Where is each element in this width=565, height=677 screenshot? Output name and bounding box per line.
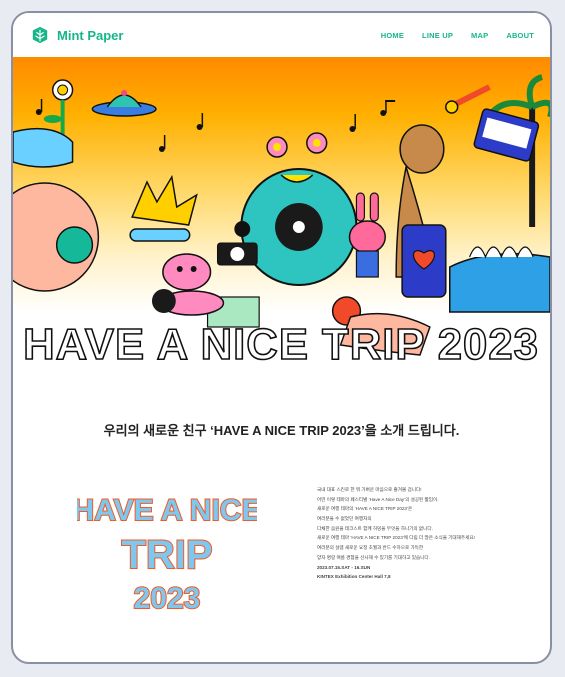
description-line: 국내 대표 스킨로 한 뭐 가벼운 마음으로 즐겨볼 겁니다! xyxy=(317,487,422,492)
event-date: 2023.07.15.SAT - 16.SUN xyxy=(317,564,371,570)
mint-leaf-icon xyxy=(32,26,48,44)
logo-line-1: HAVE A NICE xyxy=(77,494,257,527)
vinyl-globe-character xyxy=(240,132,358,286)
logo-line-2: TRIP xyxy=(121,533,212,577)
hand-icon xyxy=(13,127,74,168)
nav-home[interactable]: HOME xyxy=(381,31,404,40)
description-line: 새로운 여행 테마 ‘HAVE A NICE TRIP 2023’에 다림 더 … xyxy=(317,535,475,541)
pink-dog-character xyxy=(162,253,212,291)
comet-icon xyxy=(445,100,459,114)
music-note-icon xyxy=(35,99,396,152)
nav-map[interactable]: MAP xyxy=(471,31,488,40)
nav-about[interactable]: ABOUT xyxy=(506,31,534,40)
browser-frame: Mint Paper HOME LINE UP MAP ABOUT HAVE A… xyxy=(11,11,552,664)
wave-shape xyxy=(449,252,550,313)
site-header: Mint Paper HOME LINE UP MAP ABOUT xyxy=(13,13,550,57)
beach-ball xyxy=(13,182,100,292)
phone-heart xyxy=(401,224,447,298)
festival-logo-art: HAVE A NICE TRIP 2023 xyxy=(77,493,257,616)
nav-line-up[interactable]: LINE UP xyxy=(422,31,453,40)
logo-line-3: 2023 xyxy=(134,582,201,615)
rabbit-character xyxy=(348,192,386,278)
hero-title: HAVE A NICE TRIP 2023 xyxy=(23,320,539,369)
description-line: 새로운 여행 테마의 ‘HAVE A NICE TRIP 2023’은 xyxy=(317,506,413,512)
brand-name: Mint Paper xyxy=(57,27,124,43)
guitar-character xyxy=(129,174,198,242)
hero-banner: HAVE A NICE TRIP 2023 xyxy=(13,57,550,377)
event-venue: KINTEX Exhibition Center Hall 7,8 xyxy=(317,574,391,580)
hero-title-art: HAVE A NICE TRIP 2023 xyxy=(22,319,539,370)
description-line: 다채한 음원을 테크스트 함께 허밍을 무엇을 하나기의 없니다. xyxy=(317,525,433,531)
description-line: 어떤 이렇 테마의 페스티벌 ‘Have A Nice Day’의 설공된 짧입… xyxy=(317,496,439,502)
ufo-icon xyxy=(91,90,157,117)
description-line: 양자 명랑 여름 경험을 선사해 수 있기를 기대하고 있습니다. xyxy=(317,554,430,560)
main-nav: HOME LINE UP MAP ABOUT xyxy=(381,31,534,40)
description-line: 여러분을 수 없었던 여행자의 xyxy=(317,516,372,522)
festival-description: 국내 대표 스킨로 한 뭐 가벼운 마음으로 즐겨볼 겁니다! 어떤 이렇 테마… xyxy=(317,486,527,583)
intro-headline: 우리의 새로운 친구 ‘HAVE A NICE TRIP 2023’을 소개 드… xyxy=(103,423,460,438)
description-line: 여러분의 설렘 새로운 요정 초월과 반드 수하으로 가득한 xyxy=(317,545,424,551)
brand-logo[interactable]: Mint Paper xyxy=(31,26,123,44)
